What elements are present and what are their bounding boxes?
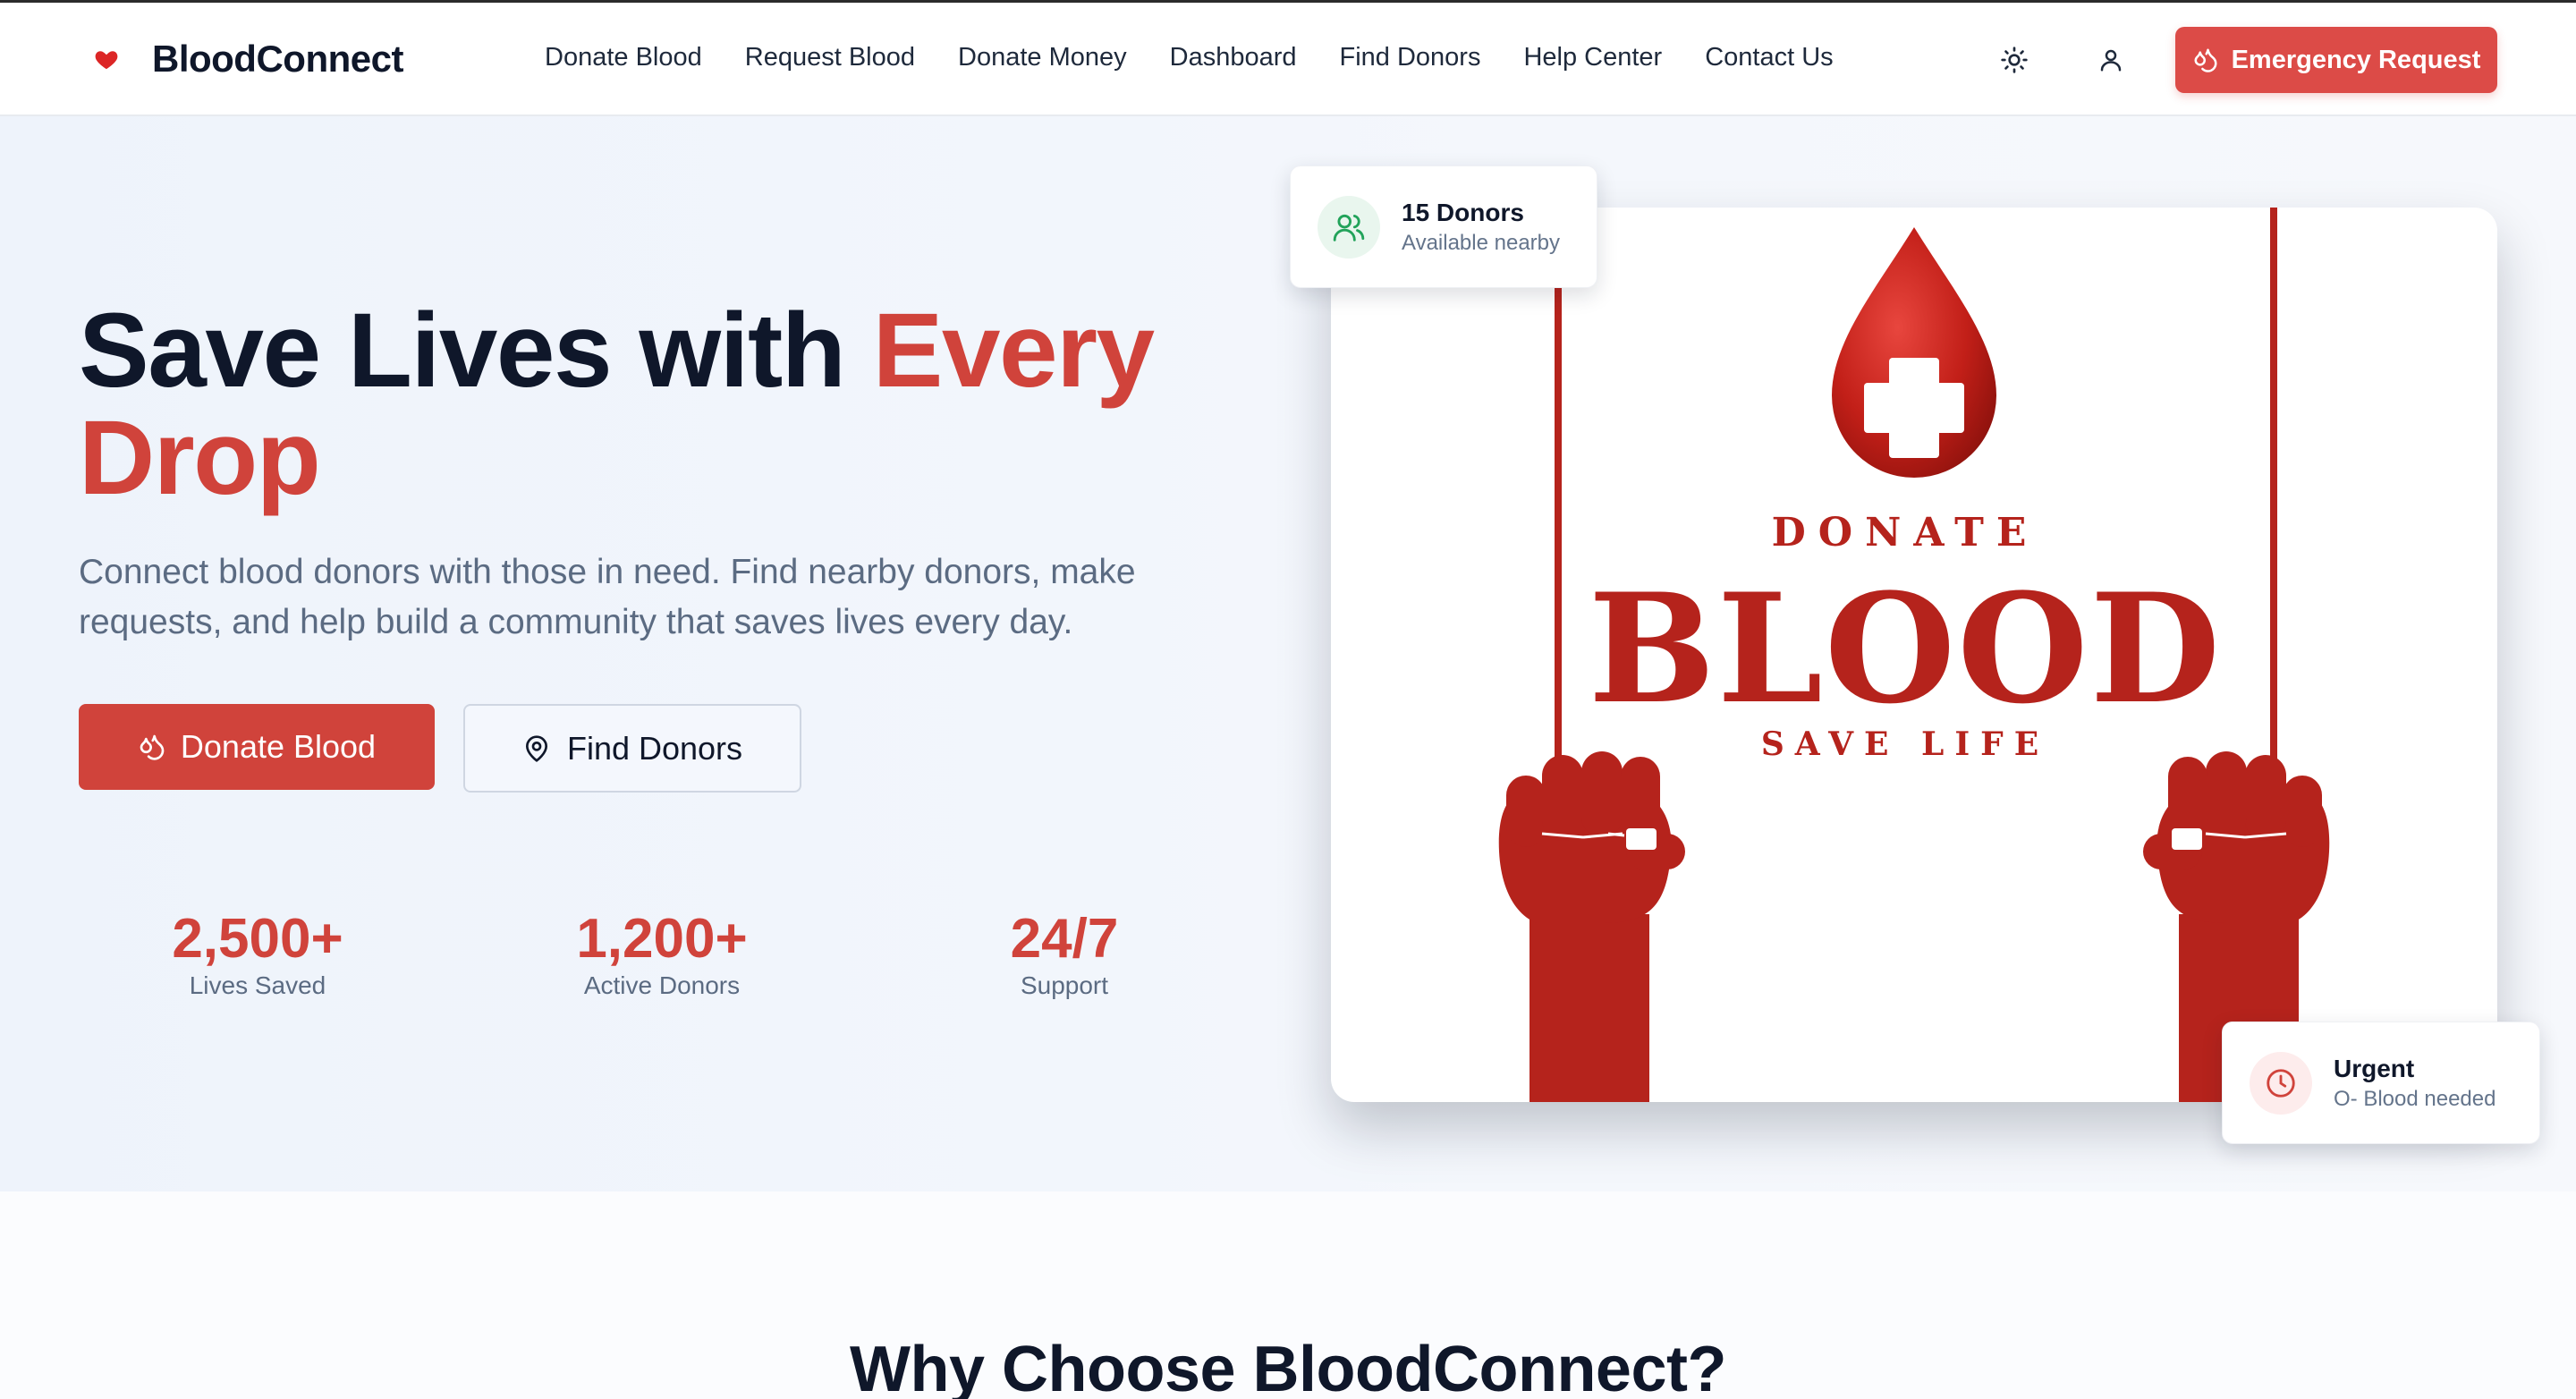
- user-icon: [2100, 49, 2122, 72]
- theme-toggle-button[interactable]: [1996, 42, 2032, 78]
- blood-drop-plus-icon: [1832, 227, 1996, 478]
- emergency-request-label: Emergency Request: [2231, 45, 2481, 74]
- donors-card-title: 15 Donors: [1402, 198, 1524, 226]
- stat-label: Support: [1020, 971, 1109, 999]
- donate-blood-button[interactable]: Donate Blood: [79, 704, 435, 790]
- left-fist-illustration: [1498, 751, 1685, 1102]
- users-icon: [1333, 214, 1365, 242]
- stat-active-donors: 1,200+ Active Donors: [528, 903, 796, 1000]
- hero-subtext: Connect blood donors with those in need.…: [79, 553, 1136, 641]
- stat-value: 2,500+: [172, 908, 343, 970]
- poster-left-string: [1555, 208, 1562, 780]
- droplets-icon: [140, 734, 165, 760]
- hero-headline: Save Lives with Every Drop: [79, 297, 1259, 512]
- stat-value: 1,200+: [576, 908, 748, 970]
- nav-link-help-center[interactable]: Help Center: [1523, 43, 1662, 72]
- heart-icon: [95, 51, 118, 70]
- primary-nav: Donate Blood Request Blood Donate Money …: [545, 43, 1834, 72]
- navbar: BloodConnect Donate Blood Request Blood …: [0, 3, 2576, 116]
- stat-label: Lives Saved: [189, 971, 326, 999]
- nav-link-donate-money[interactable]: Donate Money: [958, 43, 1127, 72]
- urgent-icon-badge: [2250, 1051, 2312, 1115]
- brand-logo[interactable]: BloodConnect: [93, 37, 403, 81]
- urgent-card-text: Urgent O- Blood needed: [2334, 1053, 2496, 1114]
- poster-top-text: DONATE: [1772, 510, 2039, 555]
- nav-link-request-blood[interactable]: Request Blood: [745, 43, 915, 72]
- poster-illustration: DONATE BLOOD SAVE LIFE: [1498, 208, 2330, 1102]
- nav-link-donate-blood[interactable]: Donate Blood: [545, 43, 702, 72]
- user-account-button[interactable]: [2093, 42, 2129, 78]
- features-section-title: Why Choose BloodConnect?: [850, 1334, 1726, 1399]
- poster-main-text: BLOOD: [1589, 560, 2223, 737]
- donors-card-subtitle: Available nearby: [1402, 230, 1561, 255]
- map-pin-icon: [525, 734, 547, 762]
- stat-support: 24/7 Support: [930, 903, 1199, 1000]
- sun-icon: [2001, 47, 2028, 73]
- clock-icon: [2267, 1068, 2295, 1098]
- emergency-request-button[interactable]: Emergency Request: [2175, 27, 2497, 93]
- stat-label: Active Donors: [583, 971, 741, 999]
- donors-icon-badge: [1318, 195, 1380, 259]
- stat-lives-saved: 2,500+ Lives Saved: [123, 903, 392, 1000]
- stat-value: 24/7: [1010, 908, 1119, 970]
- donate-blood-label: Donate Blood: [180, 728, 377, 765]
- find-donors-button[interactable]: Find Donors: [463, 704, 801, 793]
- nav-link-dashboard[interactable]: Dashboard: [1170, 43, 1297, 72]
- headline-main: Save Lives with: [79, 292, 873, 410]
- nav-link-contact-us[interactable]: Contact Us: [1705, 43, 1833, 72]
- urgent-request-card: Urgent O- Blood needed: [2222, 1022, 2540, 1144]
- brand-name: BloodConnect: [152, 38, 403, 80]
- droplets-icon: [2194, 48, 2217, 72]
- nav-link-find-donors[interactable]: Find Donors: [1340, 43, 1481, 72]
- poster-right-string: [2270, 208, 2277, 780]
- donors-available-card: 15 Donors Available nearby: [1290, 165, 1597, 288]
- donate-blood-poster: DONATE BLOOD SAVE LIFE: [1331, 208, 2497, 1102]
- urgent-card-subtitle: O- Blood needed: [2334, 1086, 2496, 1111]
- find-donors-label: Find Donors: [566, 729, 743, 767]
- urgent-card-title: Urgent: [2334, 1054, 2415, 1082]
- poster-bottom-text: SAVE LIFE: [1761, 725, 2049, 763]
- donors-card-text: 15 Donors Available nearby: [1402, 197, 1560, 258]
